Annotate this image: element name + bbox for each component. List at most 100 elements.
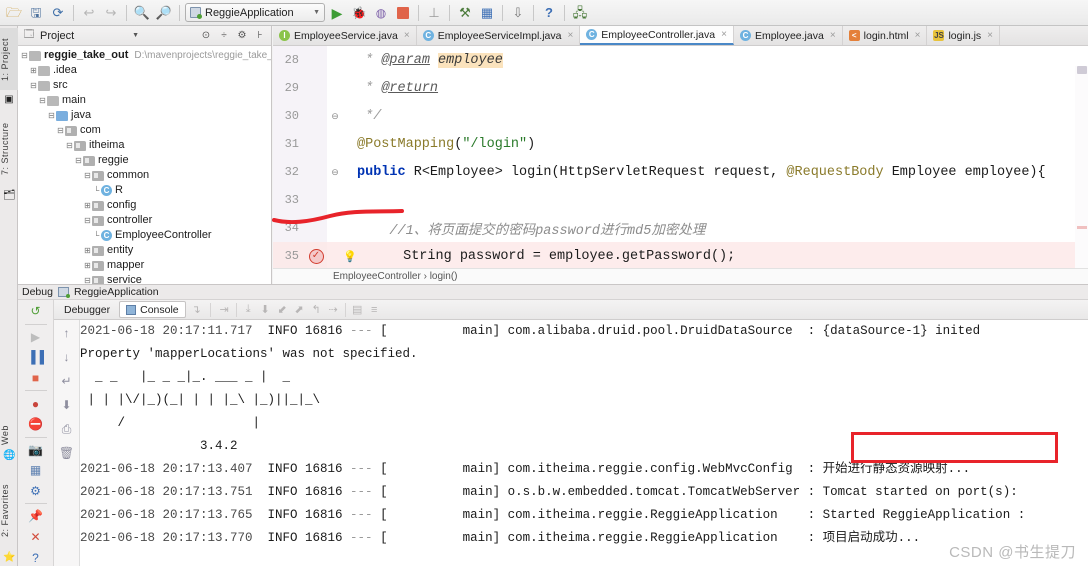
- search-icon[interactable]: 🔍: [132, 3, 152, 23]
- close-icon[interactable]: ✕: [27, 529, 45, 546]
- fold-marker[interactable]: [327, 74, 343, 102]
- chevron-down-icon[interactable]: ▼: [132, 32, 195, 39]
- run-with-coverage-button[interactable]: ◍: [371, 3, 391, 23]
- run-button[interactable]: ▶: [327, 3, 347, 23]
- tree-node-r[interactable]: └ C R: [20, 183, 271, 198]
- tree-node-entity[interactable]: ⊞ entity: [20, 243, 271, 258]
- tree-toggle-icon[interactable]: ⊞: [29, 63, 38, 78]
- gutter-marker[interactable]: ✓: [305, 242, 327, 270]
- drop-frame-icon[interactable]: ↰: [308, 301, 325, 318]
- profiler-icon[interactable]: ⚒: [455, 3, 475, 23]
- editor-tab-employee-java[interactable]: C Employee.java ×: [734, 26, 843, 45]
- view-breakpoints-icon[interactable]: ●: [27, 395, 45, 412]
- fold-marker[interactable]: [327, 130, 343, 158]
- intention-bulb-icon[interactable]: 💡: [343, 250, 357, 263]
- open-folder-icon[interactable]: 🗁: [4, 3, 24, 23]
- sidebar-item-favorites[interactable]: 2: Favorites: [0, 472, 18, 548]
- settings-sync-icon[interactable]: 🖧: [570, 3, 590, 23]
- code-line-28[interactable]: 28 * @param employee: [273, 46, 1088, 74]
- editor-tab-login-js[interactable]: JS login.js ×: [927, 26, 1000, 45]
- tree-toggle-icon[interactable]: └: [92, 183, 101, 198]
- fold-marker[interactable]: [327, 242, 343, 270]
- tree-node--idea[interactable]: ⊞ .idea: [20, 63, 271, 78]
- debug-tab-bar[interactable]: Debugger Console ↴ ⇥ ⤓ ⬇ ⬋ ⬈ ↰ ⇢ ▤ ≡: [54, 300, 1088, 320]
- evaluate-expression-icon[interactable]: ▤: [349, 301, 366, 318]
- gutter-marker[interactable]: [305, 158, 327, 186]
- tree-node-service[interactable]: ⊟ service: [20, 273, 271, 284]
- build-icon[interactable]: ▦: [477, 3, 497, 23]
- tree-node-itheima[interactable]: ⊟ itheima: [20, 138, 271, 153]
- tree-toggle-icon[interactable]: ⊞: [83, 198, 92, 213]
- clear-all-icon[interactable]: 🗑: [58, 444, 76, 462]
- mute-breakpoints-icon[interactable]: ⛔: [27, 416, 45, 433]
- redo-icon[interactable]: ↪: [101, 3, 121, 23]
- gear-icon[interactable]: ⚙: [235, 30, 249, 41]
- sidebar-item-web[interactable]: Web: [0, 422, 18, 448]
- rerun-icon[interactable]: ↺: [27, 303, 45, 320]
- tree-node-com[interactable]: ⊟ com: [20, 123, 271, 138]
- replace-icon[interactable]: 🔎: [154, 3, 174, 23]
- editor-tab-login-html[interactable]: < login.html ×: [843, 26, 928, 45]
- run-to-cursor-icon[interactable]: ⇢: [325, 301, 342, 318]
- screenshot-icon[interactable]: 📷: [27, 441, 45, 458]
- editor-tab-employeeserviceimpl-java[interactable]: C EmployeeServiceImpl.java ×: [417, 26, 581, 45]
- debug-actions-bar[interactable]: ↺ ▶ ▐▐ ■ ● ⛔ 📷 ▦ ⚙ 📌 ✕?: [18, 300, 54, 566]
- editor-scrollbar-thumb[interactable]: [1077, 66, 1087, 74]
- code-line-35[interactable]: 35 ✓ 💡 String password = employee.getPassw…: [273, 242, 1088, 270]
- print-icon[interactable]: ⎙: [58, 420, 76, 438]
- tree-toggle-icon[interactable]: └: [92, 228, 101, 243]
- tree-node-common[interactable]: ⊟ common: [20, 168, 271, 183]
- close-icon[interactable]: ×: [987, 30, 993, 41]
- tree-toggle-icon[interactable]: ⊟: [20, 48, 29, 63]
- run-configuration-selector[interactable]: ReggieApplication ▼: [185, 3, 325, 22]
- tree-node-mapper[interactable]: ⊞ mapper: [20, 258, 271, 273]
- tree-node-java[interactable]: ⊟ java: [20, 108, 271, 123]
- tree-toggle-icon[interactable]: ⊟: [83, 273, 92, 284]
- coverage-icon[interactable]: ⊥: [424, 3, 444, 23]
- error-marker-icon[interactable]: ✓: [308, 248, 324, 264]
- code-line-30[interactable]: 30 ⊖ */: [273, 102, 1088, 130]
- export-icon[interactable]: ⬇: [58, 396, 76, 414]
- project-tree[interactable]: ⊟ reggie_take_out D:\mavenprojects\reggie_…: [18, 46, 271, 284]
- tree-toggle-icon[interactable]: ⊟: [74, 153, 83, 168]
- fold-marker[interactable]: [327, 46, 343, 74]
- tree-node-employeecontroller[interactable]: └ C EmployeeController: [20, 228, 271, 243]
- code-line-31[interactable]: 31 @PostMapping("/login"): [273, 130, 1088, 158]
- force-step-into-icon[interactable]: ⬋: [274, 301, 291, 318]
- debug-session-name[interactable]: ReggieApplication: [74, 286, 159, 298]
- update-icon[interactable]: ⇩: [508, 3, 528, 23]
- tree-toggle-icon[interactable]: ⊟: [56, 123, 65, 138]
- help-icon[interactable]: ?: [539, 3, 559, 23]
- tree-toggle-icon[interactable]: ⊟: [38, 93, 47, 108]
- pause-program-icon[interactable]: ▐▐: [27, 349, 45, 366]
- pin-icon[interactable]: 📌: [27, 508, 45, 525]
- gutter-marker[interactable]: [305, 74, 327, 102]
- resume-program-icon[interactable]: ▶: [27, 329, 45, 346]
- tree-toggle-icon[interactable]: ⊟: [83, 168, 92, 183]
- debug-step-toolbar[interactable]: ⇥ ⤓ ⬇ ⬋ ⬈ ↰ ⇢ ▤ ≡: [216, 301, 383, 318]
- tree-node-reggie[interactable]: ⊟ reggie: [20, 153, 271, 168]
- undo-icon[interactable]: ↩: [79, 3, 99, 23]
- tab-debugger[interactable]: Debugger: [57, 301, 117, 318]
- breadcrumb[interactable]: EmployeeController › login(): [273, 268, 1088, 284]
- collapse-all-icon[interactable]: ÷: [217, 30, 231, 41]
- gutter-marker[interactable]: [305, 130, 327, 158]
- tree-toggle-icon[interactable]: ⊟: [83, 213, 92, 228]
- tree-node-config[interactable]: ⊞ config: [20, 198, 271, 213]
- editor-tab-bar[interactable]: I EmployeeService.java × C EmployeeServiceIm…: [273, 26, 1088, 46]
- scroll-up-icon[interactable]: ↑: [58, 324, 76, 342]
- console-actions-bar[interactable]: ↑ ↓ ↵ ⬇ ⎙ 🗑: [54, 320, 80, 566]
- close-icon[interactable]: ×: [830, 30, 836, 41]
- sync-icon[interactable]: ⟳: [48, 3, 68, 23]
- debug-button[interactable]: 🐞: [349, 3, 369, 23]
- locate-file-icon[interactable]: ⊙: [199, 30, 213, 41]
- threads-icon[interactable]: ≡: [366, 301, 383, 318]
- code-line-32[interactable]: 32 ⊖ public R<Employee> login(HttpServletR…: [273, 158, 1088, 186]
- tab-console[interactable]: Console: [119, 301, 186, 318]
- editor-scrollbar[interactable]: [1075, 66, 1088, 284]
- chevron-down-icon[interactable]: ▼: [313, 9, 320, 16]
- step-out-icon[interactable]: ⬈: [291, 301, 308, 318]
- close-icon[interactable]: ×: [567, 30, 573, 41]
- stop-button[interactable]: [393, 3, 413, 23]
- tree-node-src[interactable]: ⊟ src: [20, 78, 271, 93]
